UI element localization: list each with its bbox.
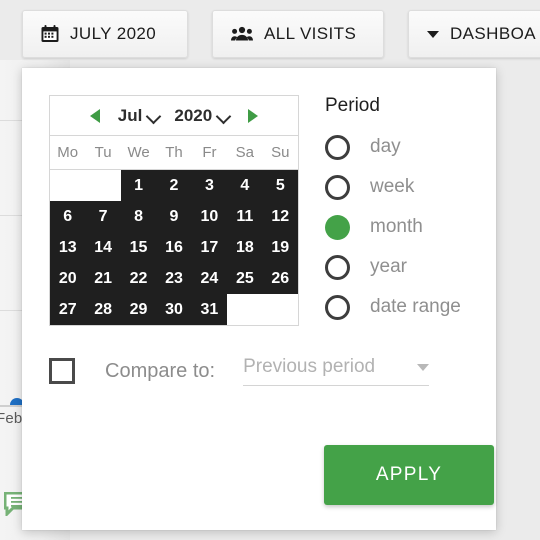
calendar-weekday-sa: Sa <box>235 144 255 161</box>
caret-right-icon[interactable] <box>240 103 266 129</box>
period-option-month[interactable]: month <box>325 207 495 247</box>
calendar-day-24[interactable]: 24 <box>191 263 228 294</box>
calendar-day-19[interactable]: 19 <box>262 232 298 263</box>
date-range-button-label: JULY 2020 <box>70 24 157 43</box>
calendar-day-8[interactable]: 8 <box>120 201 157 232</box>
date-picker-popup: Jul 2020 Mo Tu We Th Fr Sa Su 1 2 3 4 5 6 7 8 9 10 11 12 1… <box>22 68 496 530</box>
top-toolbar: JULY 2020 ALL VISITS DASHBOA <box>0 0 540 64</box>
apply-button[interactable]: APPLY <box>324 445 494 505</box>
calendar-empty-cell <box>227 294 263 325</box>
period-option-week[interactable]: week <box>325 167 495 207</box>
calendar-day-6[interactable]: 6 <box>50 201 86 232</box>
people-group-icon <box>231 26 253 42</box>
calendar-day-14[interactable]: 14 <box>85 232 121 263</box>
caret-down-icon <box>427 30 439 38</box>
calendar-weekday-we: We <box>127 144 150 161</box>
calendar-weekday-tu: Tu <box>94 144 112 161</box>
compare-target-select[interactable]: Previous period <box>243 356 430 386</box>
calendar-empty-cell <box>262 294 298 325</box>
chevron-down-icon <box>147 111 160 120</box>
calendar-icon <box>41 25 59 43</box>
period-option-date-range[interactable]: date range <box>325 287 495 327</box>
calendar-day-17[interactable]: 17 <box>191 232 228 263</box>
calendar-weekday-su: Su <box>271 144 290 161</box>
month-select[interactable]: Jul <box>114 106 165 126</box>
calendar-header: Jul 2020 <box>50 96 298 136</box>
calendar-day-10[interactable]: 10 <box>191 201 228 232</box>
radio-unselected-icon <box>325 134 350 160</box>
compare-target-value: Previous period <box>243 356 376 377</box>
calendar-widget: Jul 2020 Mo Tu We Th Fr Sa Su 1 2 3 4 5 6 7 8 9 10 11 12 1… <box>49 95 299 326</box>
date-range-button[interactable]: JULY 2020 <box>22 10 188 58</box>
caret-down-icon <box>417 363 430 371</box>
radio-unselected-icon <box>325 174 350 200</box>
year-select-value: 2020 <box>174 105 213 125</box>
radio-unselected-icon <box>325 254 350 280</box>
radio-selected-icon <box>325 214 350 240</box>
segment-button[interactable]: ALL VISITS <box>212 10 384 58</box>
calendar-day-23[interactable]: 23 <box>156 263 192 294</box>
calendar-day-30[interactable]: 30 <box>156 294 192 325</box>
calendar-day-27[interactable]: 27 <box>50 294 86 325</box>
calendar-day-1[interactable]: 1 <box>120 170 157 201</box>
chevron-down-icon <box>217 111 230 120</box>
compare-row: Compare to: Previous period <box>49 356 479 386</box>
period-option-year[interactable]: year <box>325 247 495 287</box>
calendar-day-26[interactable]: 26 <box>262 263 298 294</box>
calendar-day-7[interactable]: 7 <box>85 201 121 232</box>
period-group: Period day week month year date range <box>325 95 495 327</box>
calendar-day-22[interactable]: 22 <box>120 263 157 294</box>
radio-unselected-icon <box>325 294 350 320</box>
compare-checkbox[interactable] <box>49 358 75 384</box>
calendar-day-4[interactable]: 4 <box>227 170 263 201</box>
year-select[interactable]: 2020 <box>170 106 234 126</box>
calendar-day-15[interactable]: 15 <box>120 232 157 263</box>
period-option-label: year <box>370 256 407 277</box>
calendar-day-25[interactable]: 25 <box>227 263 263 294</box>
dashboard-button-label: DASHBOA <box>450 24 536 43</box>
calendar-day-11[interactable]: 11 <box>227 201 263 232</box>
calendar-day-12[interactable]: 12 <box>262 201 298 232</box>
dashboard-button[interactable]: DASHBOA <box>408 10 540 58</box>
calendar-day-31[interactable]: 31 <box>191 294 228 325</box>
segment-button-label: ALL VISITS <box>264 24 357 43</box>
calendar-day-28[interactable]: 28 <box>85 294 121 325</box>
calendar-empty-cell <box>50 170 86 201</box>
background-axis-label: Feb <box>0 410 23 427</box>
calendar-weekday-fr: Fr <box>202 144 217 161</box>
calendar-day-3[interactable]: 3 <box>191 170 228 201</box>
calendar-day-29[interactable]: 29 <box>120 294 157 325</box>
calendar-day-5[interactable]: 5 <box>262 170 298 201</box>
calendar-day-2[interactable]: 2 <box>156 170 192 201</box>
month-select-value: Jul <box>117 105 143 125</box>
calendar-weekday-header: Mo Tu We Th Fr Sa Su <box>50 136 298 170</box>
calendar-day-16[interactable]: 16 <box>156 232 192 263</box>
period-option-label: day <box>370 136 401 157</box>
period-option-label: week <box>370 176 415 197</box>
calendar-weekday-mo: Mo <box>57 144 79 161</box>
calendar-day-13[interactable]: 13 <box>50 232 86 263</box>
calendar-day-9[interactable]: 9 <box>156 201 192 232</box>
period-option-day[interactable]: day <box>325 127 495 167</box>
compare-label: Compare to: <box>105 359 216 382</box>
calendar-day-20[interactable]: 20 <box>50 263 86 294</box>
calendar-weekday-th: Th <box>165 144 183 161</box>
caret-left-icon[interactable] <box>82 103 108 129</box>
period-option-label: date range <box>370 296 461 317</box>
calendar-day-grid: 1 2 3 4 5 6 7 8 9 10 11 12 13 14 15 16 17 18 19 20 21 22 23 24 2… <box>50 170 298 325</box>
period-option-list: day week month year date range <box>325 127 495 327</box>
calendar-day-18[interactable]: 18 <box>227 232 263 263</box>
calendar-day-21[interactable]: 21 <box>85 263 121 294</box>
calendar-empty-cell <box>85 170 121 201</box>
period-group-title: Period <box>325 95 380 116</box>
period-option-label: month <box>370 216 423 237</box>
